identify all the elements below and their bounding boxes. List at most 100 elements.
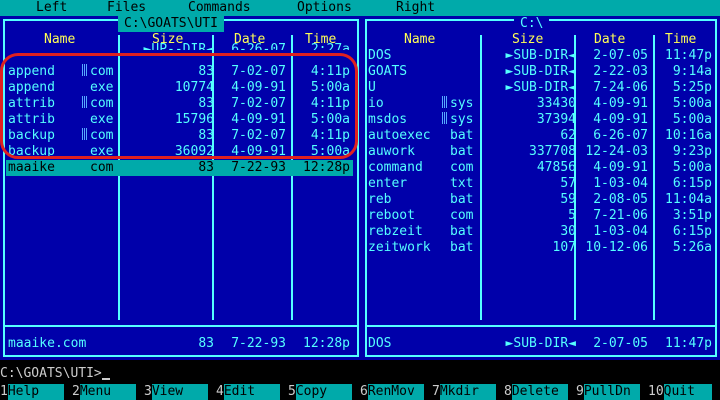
file-ext: bat	[450, 224, 474, 239]
fkey-label: PullDn	[583, 384, 640, 400]
highlight-annotation	[0, 53, 358, 159]
file-time: 3:51p	[672, 208, 712, 223]
file-name: U	[368, 80, 376, 95]
file-row[interactable]: io sys 33430 4-09-91 5:00a	[368, 96, 718, 112]
file-ext: bat	[450, 240, 474, 255]
status-time: 11:47p	[665, 336, 712, 351]
file-name: enter	[368, 176, 408, 191]
file-date: 10-12-06	[585, 240, 648, 255]
file-date: 12-24-03	[585, 144, 648, 159]
updir-time: 2:27a	[310, 42, 350, 50]
file-row[interactable]: zeitwork bat 107 10-12-06 5:26a	[368, 240, 718, 256]
left-panel-title: C:\GOATS\UTI	[118, 16, 224, 32]
file-size: 33430	[536, 96, 576, 111]
file-ext: sys	[450, 96, 474, 111]
fkey-menu[interactable]: 2Menu	[72, 384, 136, 400]
menu-commands[interactable]: Commands	[188, 0, 251, 16]
file-date: 4-09-91	[593, 160, 648, 175]
menu-bar: Left Files Commands Options Right	[0, 0, 720, 16]
updir-label: ►UP--DIR◄	[143, 42, 214, 50]
command-prompt: C:\GOATS\UTI>	[0, 366, 102, 381]
fkey-number: 8	[504, 384, 512, 399]
menu-right[interactable]: Right	[396, 0, 435, 16]
fkey-renmov[interactable]: 6RenMov	[360, 384, 424, 400]
file-row[interactable]: GOATS ►SUB-DIR◄ 2-22-03 9:14a	[368, 64, 718, 80]
file-name: zeitwork	[368, 240, 431, 255]
file-row[interactable]: reboot com 5 7-21-06 3:51p	[368, 208, 718, 224]
file-ext: com	[450, 160, 474, 175]
left-cursor-row[interactable]: maaike com 83 7-22-93 12:28p	[6, 160, 353, 176]
status-name: maaike.com	[8, 336, 87, 351]
file-row[interactable]: U ►SUB-DIR◄ 7-24-06 5:25p	[368, 80, 718, 96]
file-row[interactable]: command com 47856 4-09-91 5:00a	[368, 160, 718, 176]
command-line[interactable]: C:\GOATS\UTI>	[0, 366, 110, 382]
fkey-quit[interactable]: 10Quit	[648, 384, 712, 400]
file-name: reboot	[368, 208, 415, 223]
file-ext: com	[450, 208, 474, 223]
file-row[interactable]: enter txt 57 1-03-04 6:15p	[368, 176, 718, 192]
selection-mark-icon	[442, 96, 448, 108]
file-row[interactable]: autoexec bat 62 6-26-07 10:16a	[368, 128, 718, 144]
fkey-number: 4	[216, 384, 224, 399]
updir-date: 6-26-07	[231, 42, 286, 50]
file-name: DOS	[368, 48, 392, 63]
fkey-delete[interactable]: 8Delete	[504, 384, 568, 400]
file-size: 107	[552, 240, 576, 255]
menu-left[interactable]: Left	[36, 0, 67, 16]
fkey-help[interactable]: 1Help	[0, 384, 64, 400]
file-name: autoexec	[368, 128, 431, 143]
fkey-view[interactable]: 3View	[144, 384, 208, 400]
file-row[interactable]: auwork bat 337708 12-24-03 9:23p	[368, 144, 718, 160]
menu-options[interactable]: Options	[297, 0, 352, 16]
left-updir-row[interactable]: ►UP--DIR◄ 6-26-07 2:27a	[6, 42, 356, 50]
file-name: maaike	[8, 160, 55, 175]
fkey-copy[interactable]: 5Copy	[288, 384, 352, 400]
file-row[interactable]: msdos sys 37394 4-09-91 5:00a	[368, 112, 718, 128]
fkey-mkdir[interactable]: 7Mkdir	[432, 384, 496, 400]
file-time: 5:00a	[672, 160, 712, 175]
file-size: 37394	[536, 112, 576, 127]
left-status-separator	[3, 325, 359, 327]
file-size: ►SUB-DIR◄	[505, 64, 576, 79]
fkey-pulldn[interactable]: 9PullDn	[576, 384, 640, 400]
file-size: 337708	[529, 144, 576, 159]
fkey-label: Help	[7, 384, 64, 400]
fkey-edit[interactable]: 4Edit	[216, 384, 280, 400]
file-time: 9:14a	[672, 64, 712, 79]
fkey-label: Quit	[663, 384, 712, 400]
fkey-label: Delete	[511, 384, 568, 400]
fkey-label: View	[151, 384, 208, 400]
function-key-bar: 1Help 2Menu 3View 4Edit 5Copy 6RenMov 7Mkdir 8D…	[0, 384, 720, 400]
right-panel-title: C:\	[514, 16, 550, 32]
file-date: 4-09-91	[593, 112, 648, 127]
file-row[interactable]: DOS ►SUB-DIR◄ 2-07-05 11:47p	[368, 48, 718, 64]
file-time: 12:28p	[303, 160, 350, 175]
file-row[interactable]: reb bat 59 2-08-05 11:04a	[368, 192, 718, 208]
file-time: 6:15p	[672, 224, 712, 239]
status-date: 7-22-93	[231, 336, 286, 351]
fkey-number: 5	[288, 384, 296, 399]
fkey-label: Mkdir	[439, 384, 496, 400]
file-time: 11:04a	[665, 192, 712, 207]
right-status-separator	[365, 325, 717, 327]
file-name: io	[368, 96, 384, 111]
file-ext: bat	[450, 128, 474, 143]
text-cursor	[101, 378, 110, 380]
status-time: 12:28p	[303, 336, 350, 351]
fkey-number: 2	[72, 384, 80, 399]
file-size: 62	[560, 128, 576, 143]
menu-files[interactable]: Files	[107, 0, 146, 16]
file-ext: com	[90, 160, 114, 175]
file-name: auwork	[368, 144, 415, 159]
file-date: 7-21-06	[593, 208, 648, 223]
file-ext: bat	[450, 192, 474, 207]
file-date: 2-07-05	[593, 48, 648, 63]
file-ext: bat	[450, 144, 474, 159]
file-date: 2-08-05	[593, 192, 648, 207]
file-size: 57	[560, 176, 576, 191]
fkey-number: 3	[144, 384, 152, 399]
right-panel[interactable]: C:\ Name Size Date Time DOS ►SUB-DIR◄ 2-07…	[362, 16, 720, 360]
right-header-date: Date	[594, 32, 626, 47]
file-ext: sys	[450, 112, 474, 127]
file-row[interactable]: rebzeit bat 30 1-03-04 6:15p	[368, 224, 718, 240]
